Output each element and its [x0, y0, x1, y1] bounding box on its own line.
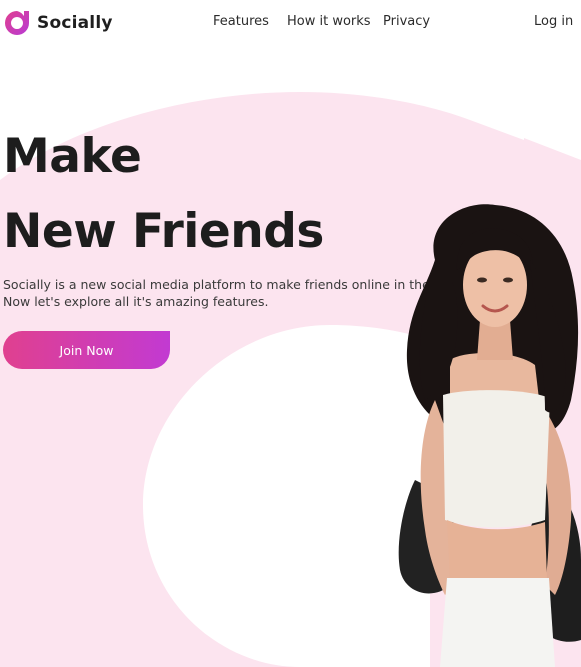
hero-headline-line2: New Friends [3, 204, 324, 259]
landing-page: Socially Features How it works Privacy L… [0, 0, 581, 667]
join-now-button[interactable]: Join Now [3, 331, 170, 369]
nav-link-privacy[interactable]: Privacy [383, 14, 430, 29]
right-eye [503, 277, 513, 283]
hero-subtitle: Socially is a new social media platform … [3, 276, 473, 310]
belly [447, 520, 547, 580]
hero-headline-line1: Make [3, 129, 142, 184]
main-nav: Features How it works Privacy Log in [0, 14, 581, 32]
nav-link-features[interactable]: Features [213, 14, 269, 29]
hero-subtitle-line1: Socially is a new social media platform … [3, 277, 473, 292]
left-eye [477, 277, 487, 283]
login-link[interactable]: Log in [534, 14, 573, 29]
white-pants [440, 578, 555, 667]
woman-portrait-image [398, 204, 581, 667]
hero-subtitle-line2: Now let's explore all it's amazing featu… [3, 294, 269, 309]
site-header: Socially Features How it works Privacy L… [0, 0, 581, 46]
white-crop-top [443, 390, 550, 528]
nav-link-how-it-works[interactable]: How it works [287, 14, 371, 29]
